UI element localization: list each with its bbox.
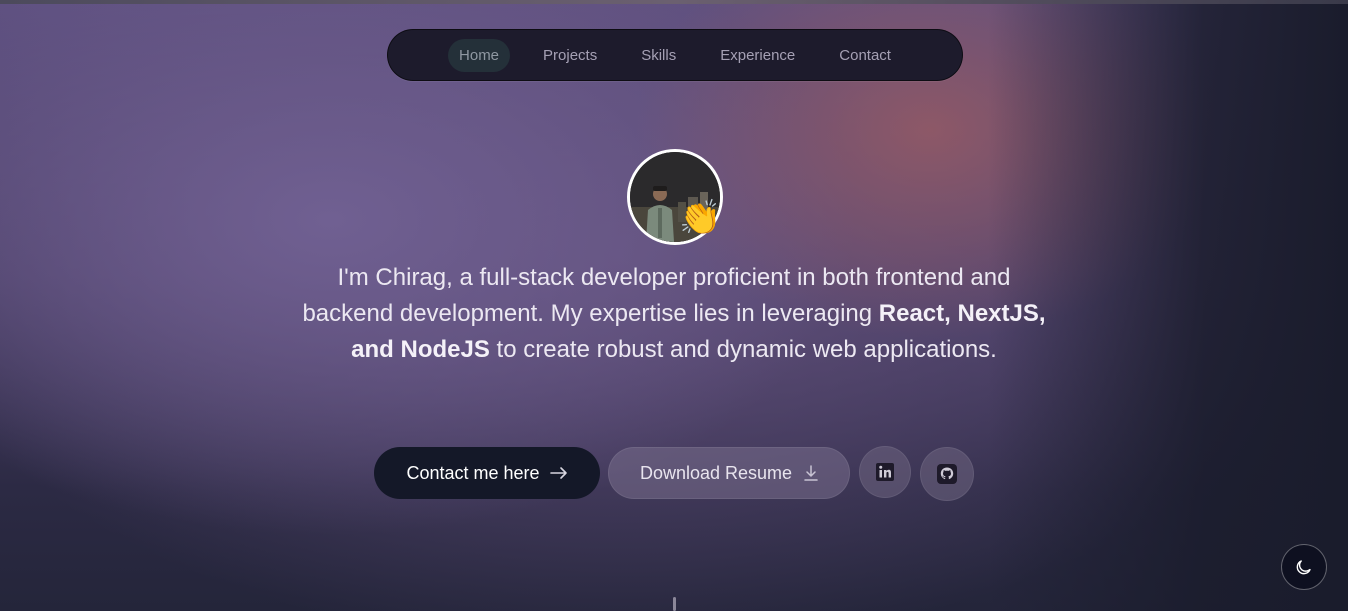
download-resume-label: Download Resume xyxy=(639,462,793,483)
intro-text: I'm Chirag, a full-stack developer profi… xyxy=(294,260,1054,368)
nav-item-home[interactable]: Home xyxy=(448,38,511,72)
nav-item-contact[interactable]: Contact xyxy=(828,39,902,72)
main-nav: Home Projects Skills Experience Contact xyxy=(387,29,963,81)
scroll-divider xyxy=(673,597,676,611)
intro-text-part2: to create robust and dynamic web applica… xyxy=(489,336,997,363)
contact-button[interactable]: Contact me here xyxy=(374,447,600,499)
linkedin-icon xyxy=(875,462,895,482)
github-icon xyxy=(936,463,958,485)
nav-item-experience[interactable]: Experience xyxy=(709,39,806,72)
linkedin-button[interactable] xyxy=(859,446,911,498)
clapping-hands-icon: 👏 xyxy=(679,198,722,238)
nav-item-skills[interactable]: Skills xyxy=(630,39,687,72)
avatar-container: 👏 xyxy=(627,149,723,245)
top-border xyxy=(0,0,1348,4)
arrow-right-icon xyxy=(549,466,568,480)
download-icon xyxy=(804,465,818,481)
theme-toggle-button[interactable] xyxy=(1281,544,1327,590)
download-resume-button[interactable]: Download Resume xyxy=(608,447,850,499)
nav-item-projects[interactable]: Projects xyxy=(532,39,608,72)
github-button[interactable] xyxy=(920,447,974,501)
contact-button-label: Contact me here xyxy=(406,462,540,483)
moon-icon xyxy=(1295,558,1313,576)
